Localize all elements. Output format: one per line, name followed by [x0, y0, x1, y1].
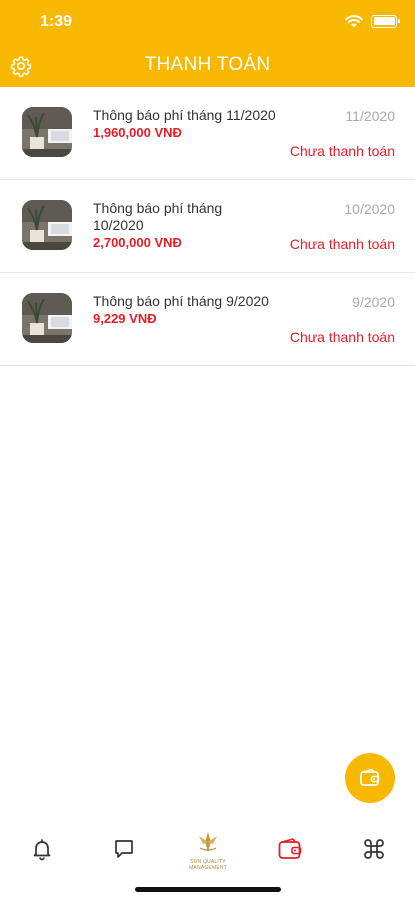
payment-row[interactable]: Thông báo phí tháng 11/2020 1,960,000 VN…	[0, 87, 415, 180]
payment-status: Chưa thanh toán	[289, 329, 395, 345]
status-icons	[345, 14, 400, 28]
home-indicator	[135, 887, 281, 892]
payment-row[interactable]: Thông báo phí tháng 9/2020 9,229 VNĐ 9/2…	[0, 273, 415, 366]
payment-date: 11/2020	[345, 108, 395, 124]
chat-icon	[115, 840, 133, 858]
wallet-icon	[278, 838, 302, 859]
bell-icon	[33, 839, 51, 861]
sun-quality-logo-icon	[199, 832, 217, 852]
wifi-icon	[345, 15, 363, 28]
payment-row[interactable]: Thông báo phí tháng 10/2020 2,700,000 VN…	[0, 180, 415, 273]
tab-home-logo[interactable]: SUN QUALITY MANAGEMENT	[181, 830, 235, 876]
logo-text-line2: MANAGEMENT	[189, 865, 227, 871]
payment-date: 10/2020	[344, 201, 395, 217]
tab-notifications[interactable]	[28, 835, 56, 863]
payment-title: Thông báo phí tháng 10/2020	[93, 200, 223, 233]
wallet-icon	[360, 768, 380, 786]
tab-more[interactable]	[360, 835, 388, 863]
payment-amount: 9,229 VNĐ	[93, 311, 157, 326]
tab-messages[interactable]	[110, 835, 138, 863]
battery-icon	[371, 14, 400, 28]
payment-amount: 1,960,000 VNĐ	[93, 125, 182, 140]
tab-payments[interactable]	[276, 835, 304, 863]
payment-thumbnail	[22, 107, 72, 157]
wallet-fab-button[interactable]	[345, 753, 395, 803]
payment-title: Thông báo phí tháng 9/2020	[93, 293, 269, 309]
page-title: THANH TOÁN	[144, 54, 271, 75]
status-time: 1:39	[40, 13, 73, 30]
payment-status: Chưa thanh toán	[289, 236, 395, 252]
payment-amount: 2,700,000 VNĐ	[93, 235, 182, 250]
payment-status: Chưa thanh toán	[289, 143, 395, 159]
payment-thumbnail	[22, 293, 72, 343]
command-icon	[364, 839, 384, 859]
header-bar: 1:39 THANH TOÁN	[0, 0, 415, 87]
payment-date: 9/2020	[352, 294, 395, 310]
tab-bar: SUN QUALITY MANAGEMENT	[0, 820, 415, 880]
payment-title: Thông báo phí tháng 11/2020	[93, 107, 276, 123]
payment-thumbnail	[22, 200, 72, 250]
payment-list: Thông báo phí tháng 11/2020 1,960,000 VN…	[0, 87, 415, 366]
